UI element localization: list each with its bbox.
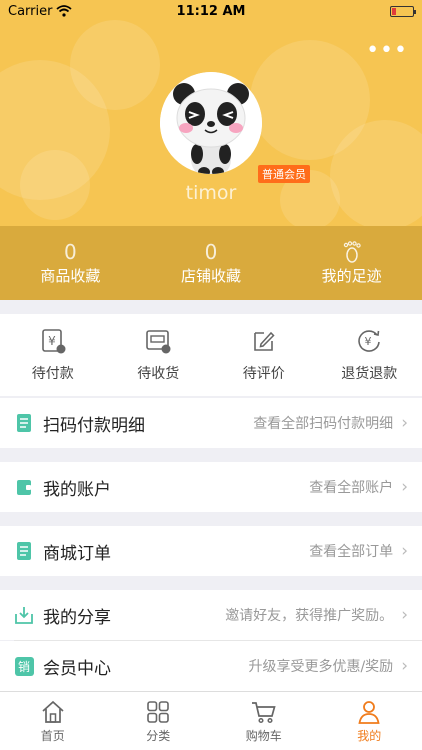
battery-icon bbox=[390, 5, 416, 17]
chevron-right-icon: › bbox=[401, 605, 408, 625]
home-icon bbox=[42, 700, 64, 723]
stats-bar: 0 商品收藏 0 店铺收藏 我的足迹 bbox=[0, 226, 422, 300]
stat-store-favorites[interactable]: 0 店铺收藏 bbox=[141, 226, 282, 300]
chevron-right-icon: › bbox=[401, 656, 408, 676]
menu-desc: 查看全部账户 bbox=[309, 480, 394, 496]
edit-icon bbox=[253, 331, 275, 351]
order-label: 退货退款 bbox=[341, 366, 398, 382]
menu-desc: 查看全部订单 bbox=[309, 544, 394, 560]
order-label: 待收货 bbox=[137, 366, 180, 382]
wifi-icon bbox=[56, 5, 73, 17]
tab-mine[interactable]: 我的 bbox=[317, 692, 422, 750]
stat-count: 0 bbox=[204, 239, 218, 264]
stat-label: 我的足迹 bbox=[321, 266, 382, 285]
chevron-right-icon: › bbox=[401, 477, 408, 497]
menu-title: 扫码付款明细 bbox=[43, 415, 145, 436]
tab-category[interactable]: 分类 bbox=[106, 692, 212, 750]
member-level-badge: 普通会员 bbox=[258, 165, 310, 183]
menu-desc: 查看全部扫码付款明细 bbox=[253, 416, 394, 432]
menu-my-share[interactable]: 我的分享 邀请好友，获得推广奖励。 › bbox=[0, 590, 422, 640]
menu-desc: 邀请好友，获得推广奖励。 bbox=[225, 608, 394, 624]
menu-title: 会员中心 bbox=[43, 658, 111, 679]
person-icon bbox=[358, 700, 380, 724]
tab-label: 分类 bbox=[146, 728, 171, 743]
document-icon bbox=[14, 413, 34, 433]
avatar[interactable] bbox=[160, 72, 262, 174]
tab-label: 首页 bbox=[40, 728, 65, 743]
stat-count: 0 bbox=[63, 239, 77, 264]
order-label: 待评价 bbox=[242, 366, 285, 382]
refund-icon: ¥ bbox=[358, 330, 381, 352]
grid-icon bbox=[147, 700, 170, 723]
more-options-icon[interactable]: ••• bbox=[366, 38, 408, 63]
order-pending-review[interactable]: 待评价 bbox=[211, 314, 317, 396]
yen-card-icon: ¥ bbox=[41, 329, 66, 354]
tab-label: 购物车 bbox=[245, 728, 282, 743]
share-inbox-icon bbox=[14, 605, 34, 625]
wallet-icon bbox=[14, 477, 34, 497]
menu-member-center[interactable]: 销 会员中心 升级享受更多优惠/奖励 › bbox=[0, 641, 422, 691]
chevron-right-icon: › bbox=[401, 413, 408, 433]
menu-mall-orders[interactable]: 商城订单 查看全部订单 › bbox=[0, 526, 422, 576]
package-icon bbox=[146, 330, 171, 354]
stat-product-favorites[interactable]: 0 商品收藏 bbox=[0, 226, 141, 300]
menu-my-account[interactable]: 我的账户 查看全部账户 › bbox=[0, 462, 422, 512]
tab-label: 我的 bbox=[357, 728, 382, 743]
menu-title: 商城订单 bbox=[43, 543, 111, 564]
menu-scan-pay-details[interactable]: 扫码付款明细 查看全部扫码付款明细 › bbox=[0, 398, 422, 448]
carrier-label: Carrier bbox=[8, 3, 53, 19]
svg-text:¥: ¥ bbox=[365, 335, 372, 348]
chevron-right-icon: › bbox=[401, 541, 408, 561]
order-label: 待付款 bbox=[31, 366, 74, 382]
username: timor bbox=[185, 182, 237, 204]
profile-header: ••• 普通会员 timor 0 商品收藏 0 店铺收藏 我的足迹 bbox=[0, 0, 422, 300]
document-icon bbox=[14, 541, 34, 561]
tab-home[interactable]: 首页 bbox=[0, 692, 106, 750]
tab-bar: 首页 分类 购物车 我的 bbox=[0, 691, 422, 750]
footprint-icon bbox=[342, 240, 362, 263]
stat-label: 店铺收藏 bbox=[181, 266, 242, 285]
status-bar: Carrier 11:12 AM bbox=[0, 0, 422, 22]
order-refund[interactable]: ¥ 退货退款 bbox=[317, 314, 422, 396]
cart-icon bbox=[251, 701, 276, 723]
order-pending-payment[interactable]: ¥ 待付款 bbox=[0, 314, 106, 396]
order-status-row: ¥ 待付款 待收货 待评价 ¥ 退货退款 bbox=[0, 314, 422, 396]
menu-title: 我的分享 bbox=[43, 607, 111, 628]
stat-footprints[interactable]: 我的足迹 bbox=[281, 226, 422, 300]
menu-title: 我的账户 bbox=[43, 479, 111, 500]
stat-label: 商品收藏 bbox=[40, 266, 101, 285]
menu-desc: 升级享受更多优惠/奖励 bbox=[248, 659, 394, 675]
order-pending-receipt[interactable]: 待收货 bbox=[106, 314, 212, 396]
svg-text:¥: ¥ bbox=[48, 334, 56, 348]
tab-cart[interactable]: 购物车 bbox=[211, 692, 317, 750]
member-badge-icon: 销 bbox=[14, 656, 34, 676]
